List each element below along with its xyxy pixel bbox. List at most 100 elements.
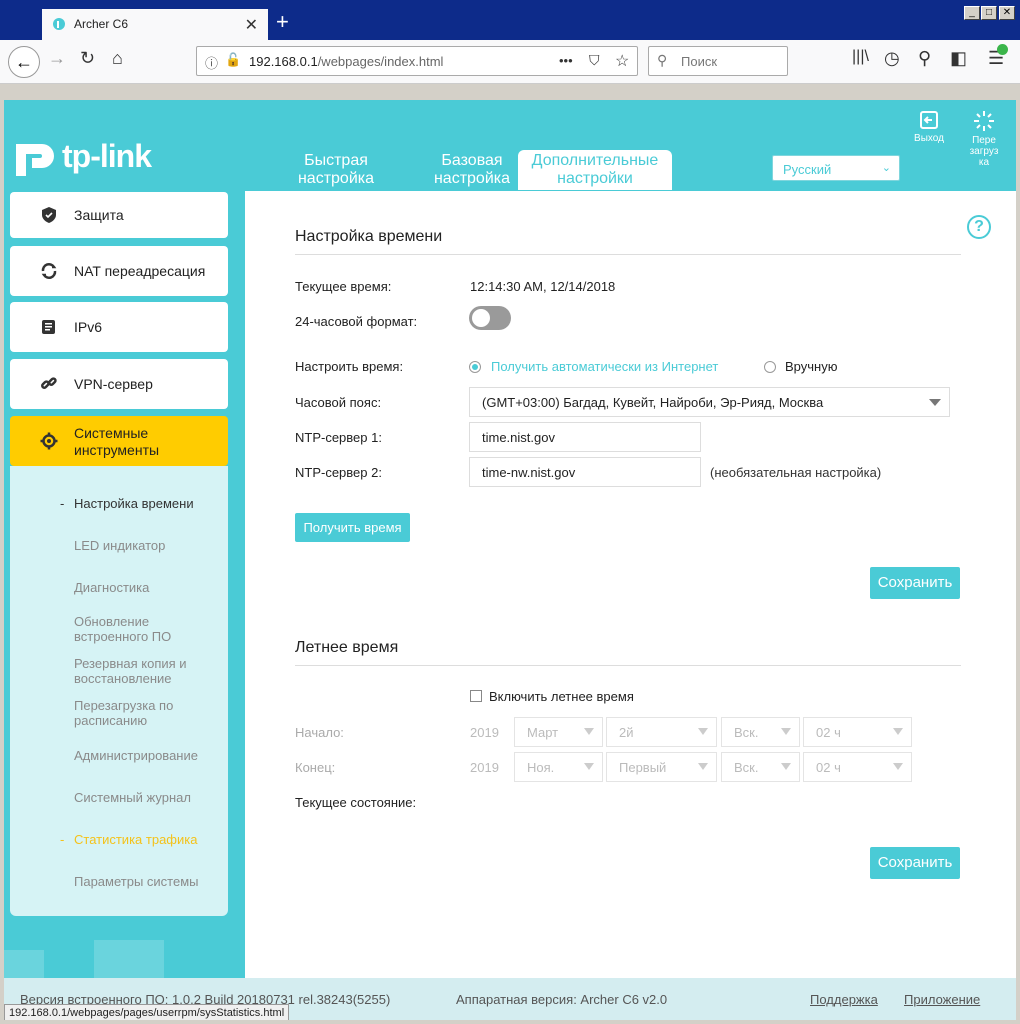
sidebar-item-ipv6[interactable]: IPv6 [10,302,228,352]
zoom-icon[interactable]: ⚲ [918,48,931,69]
search-input[interactable]: ⚲ Поиск [648,46,788,76]
reboot-label-3: ка [978,157,990,168]
tab-label-line1: Быстрая [304,152,368,169]
language-select[interactable]: Русский ⌄ [772,155,900,181]
forward-icon[interactable]: → [48,48,66,69]
history-icon[interactable]: ◷ [884,48,900,69]
library-icon[interactable]: |||\ [852,48,869,66]
maximize-icon[interactable]: □ [981,6,997,20]
address-bar[interactable]: ⓘ 🔓 192.168.0.1/webpages/index.html ••• … [196,46,638,76]
sidebar-item-label: Защита [74,207,124,223]
ntp2-input[interactable]: time-nw.nist.gov [469,457,701,487]
minimize-icon[interactable]: _ [964,6,980,20]
dst-end-year: 2019 [470,760,499,775]
logout-button[interactable]: Выход [910,110,948,144]
dst-start-label: Начало: [295,725,344,740]
tab-label-line2: настройка [297,170,375,187]
submenu-label: Диагностика [74,580,150,595]
logout-label: Выход [914,133,944,144]
back-icon[interactable]: ← [8,46,40,78]
submenu-item-led[interactable]: LED индикатор [74,538,224,553]
reload-icon[interactable]: ↻ [80,48,95,69]
dst-end-hour-select[interactable]: 02 ч [803,752,912,782]
browser-tab[interactable]: Archer C6 ✕ [42,9,268,40]
sidebar-item-vpn[interactable]: VPN-сервер [10,359,228,409]
shield-icon [42,207,56,223]
submenu-item-diagnostics[interactable]: Диагностика [74,580,224,595]
dst-enable-checkbox[interactable] [470,690,482,702]
pocket-icon[interactable]: ⛉ [589,52,600,69]
manual-time-radio[interactable] [764,361,776,373]
current-time-value: 12:14:30 AM, 12/14/2018 [470,279,616,294]
search-placeholder: Поиск [681,54,718,69]
dropdown-arrow-icon [781,763,791,770]
help-icon[interactable]: ? [967,215,991,239]
submenu-label-1: Перезагрузка по [74,698,174,713]
format24-label: 24-часовой формат: [295,314,418,329]
insecure-lock-icon: 🔓 [225,52,242,67]
save-time-button[interactable]: Сохранить [870,567,960,599]
dropdown-arrow-icon [929,399,941,406]
bookmark-star-icon[interactable]: ☆ [615,51,629,71]
manual-time-label[interactable]: Вручную [785,359,837,374]
app-link[interactable]: Приложение [904,992,980,1007]
save-dst-button[interactable]: Сохранить [870,847,960,879]
dst-start-month-select[interactable]: Март [514,717,603,747]
submenu-panel: - Настройка времени LED индикатор Диагнос… [10,466,228,916]
dst-start-hour-select[interactable]: 02 ч [803,717,912,747]
sidebar-item-system-tools[interactable]: Системные инструменты [10,416,228,466]
divider [295,665,961,666]
reboot-button[interactable]: Пере загруз ка [964,110,1004,168]
ntp1-input[interactable]: time.nist.gov [469,422,701,452]
close-window-icon[interactable]: ✕ [999,6,1015,20]
dropdown-arrow-icon [893,728,903,735]
select-value: 02 ч [816,760,841,775]
dst-end-week-select[interactable]: Первый [606,752,717,782]
ntp2-note: (необязательная настройка) [710,465,882,480]
sidebar-icon[interactable]: ◧ [950,48,967,69]
submenu-item-traffic-stats[interactable]: - Статистика трафика [60,832,224,847]
support-link[interactable]: Поддержка [810,992,878,1007]
dst-end-month-select[interactable]: Ноя. [514,752,603,782]
dst-end-day-select[interactable]: Вск. [721,752,800,782]
tab-advanced[interactable]: Дополнительные настройки [518,150,672,190]
format24-toggle[interactable] [469,306,511,330]
dst-start-week-select[interactable]: 2й [606,717,717,747]
submenu-item-backup[interactable]: Резервная копия и восстановление [74,656,224,686]
timezone-value: (GMT+03:00) Багдад, Кувейт, Найроби, Эр-… [482,395,824,410]
new-tab-button[interactable]: + [276,9,289,35]
submenu-label: Настройка времени [74,496,194,511]
timezone-label: Часовой пояс: [295,395,382,410]
get-time-button[interactable]: Получить время [295,513,410,542]
submenu-item-firmware[interactable]: Обновление встроенного ПО [74,614,224,644]
submenu-item-system-params[interactable]: Параметры системы [74,874,224,889]
tab-quick-setup[interactable]: Быстрая настройка [258,150,414,190]
info-icon[interactable]: ⓘ [205,53,218,72]
page-actions-icon[interactable]: ••• [559,53,573,68]
dst-enable-label[interactable]: Включить летнее время [489,689,634,704]
submenu-item-reboot-schedule[interactable]: Перезагрузка по расписанию [74,698,224,728]
ntp1-label: NTP-сервер 1: [295,430,382,445]
sidebar-item-nat[interactable]: NAT переадресация [10,246,228,296]
chevron-down-icon: ⌄ [881,162,891,174]
select-value: Вск. [734,760,759,775]
tab-label-line2: настройки [557,170,633,187]
submenu-item-time-settings[interactable]: - Настройка времени [60,496,224,511]
submenu-item-syslog[interactable]: Системный журнал [74,790,224,805]
reboot-label-1: Пере [972,135,996,146]
set-time-label: Настроить время: [295,359,404,374]
reboot-icon [974,111,994,131]
status-bar-url: 192.168.0.1/webpages/pages/userrpm/sysSt… [4,1004,290,1021]
auto-time-radio[interactable] [469,361,481,373]
ntp2-label: NTP-сервер 2: [295,465,382,480]
home-icon[interactable]: ⌂ [112,48,123,69]
submenu-item-administration[interactable]: Администрирование [74,748,224,763]
auto-time-label[interactable]: Получить автоматически из Интернет [491,359,718,374]
logout-icon [920,111,938,129]
dst-start-day-select[interactable]: Вск. [721,717,800,747]
submenu-label-2: восстановление [74,671,172,686]
select-value: Март [527,725,559,740]
timezone-select[interactable]: (GMT+03:00) Багдад, Кувейт, Найроби, Эр-… [469,387,950,417]
tab-close-icon[interactable]: ✕ [245,15,258,35]
sidebar-item-security[interactable]: Защита [10,192,228,238]
